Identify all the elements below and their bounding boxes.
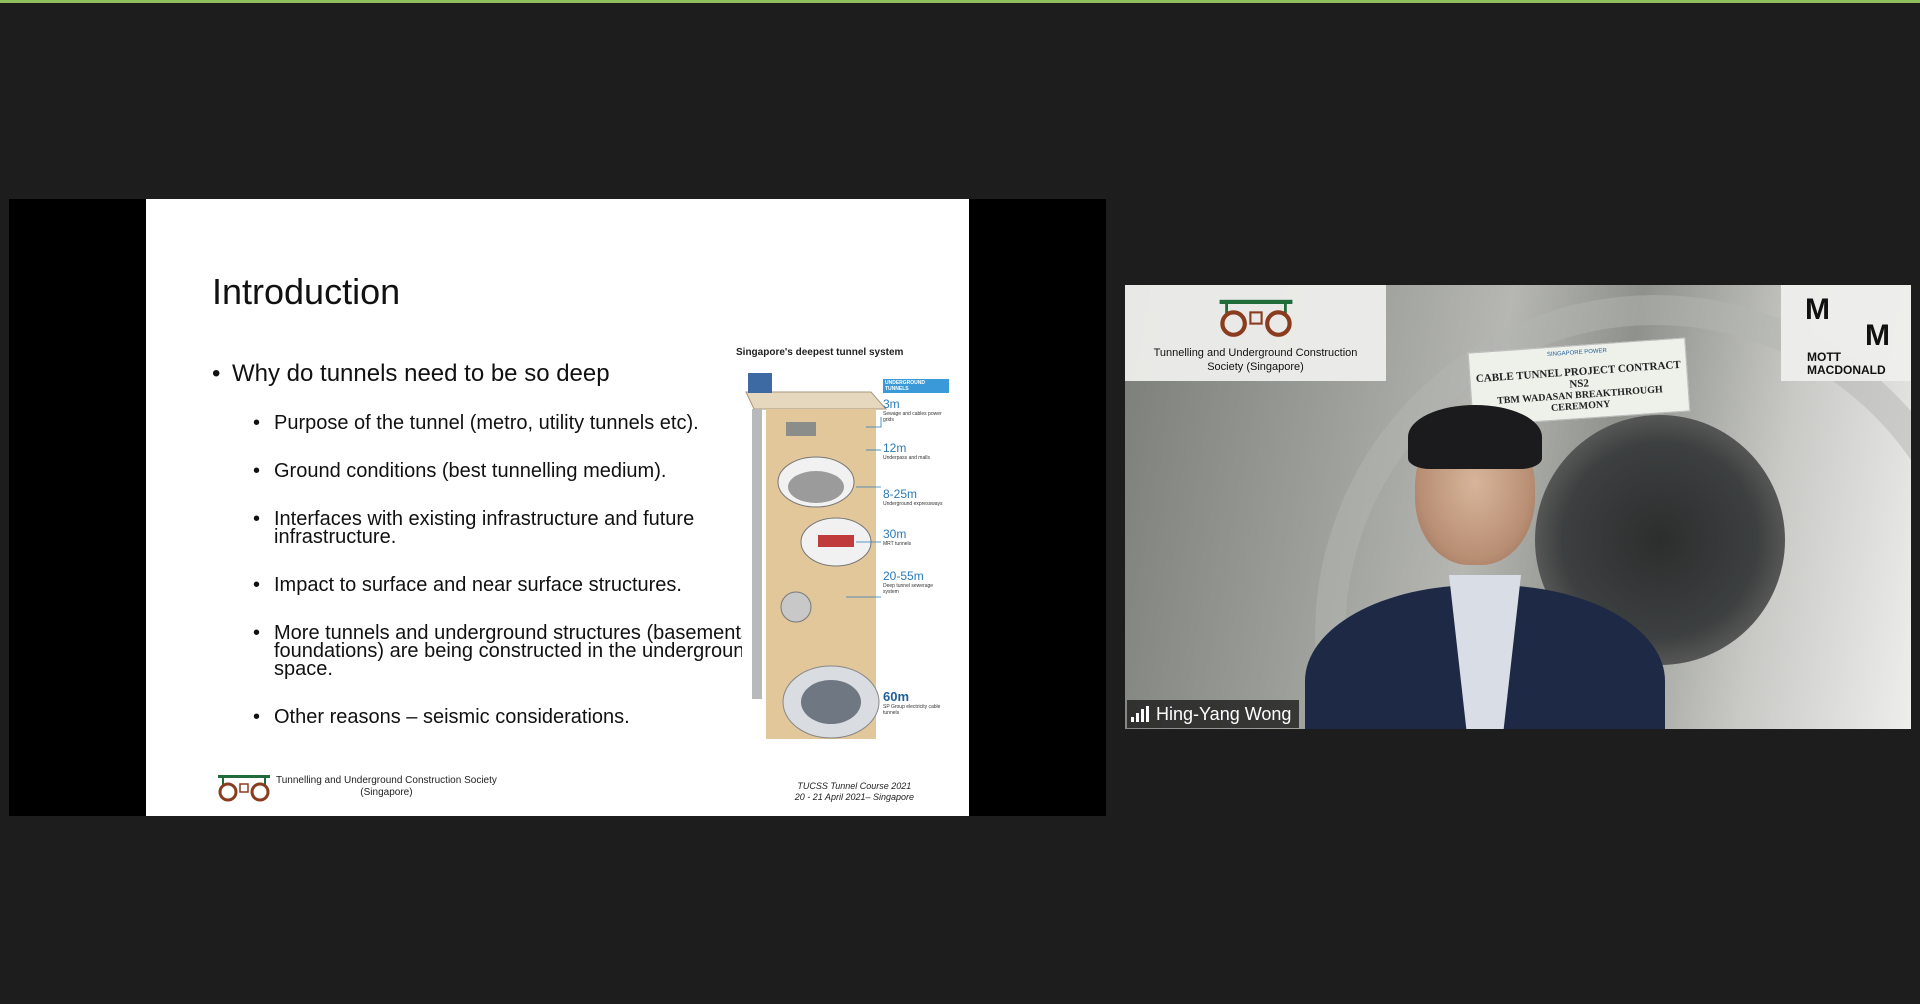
participant-hair (1408, 405, 1542, 469)
footer-organization: Tunnelling and Underground Construction … (276, 775, 497, 798)
sub-bullet: • Impact to surface and near surface stru… (253, 574, 682, 596)
sub-bullet-text: Purpose of the tunnel (metro, utility tu… (274, 412, 699, 434)
mott-macdonald-logo: M M MOTT MACDONALD (1781, 285, 1911, 381)
depth-label: 20-55m Deep tunnel sewerage system (883, 569, 934, 595)
figure-header-label: UNDERGROUND TUNNELS (883, 379, 949, 393)
sub-bullet: • Interfaces with existing infrastructure… (253, 508, 792, 548)
mott-logo-letter: M (1865, 319, 1890, 352)
bullet-dot: • (212, 360, 221, 387)
sub-bullet: • Purpose of the tunnel (metro, utility t… (253, 412, 699, 434)
presentation-slide: Introduction • Why do tunnels need to be… (146, 199, 969, 816)
participant-video-tile[interactable]: SINGAPORE POWER CABLE TUNNEL PROJECT CON… (1125, 285, 1911, 729)
participant-name-tag: Hing-Yang Wong (1127, 700, 1300, 728)
sub-bullet-text: Interfaces with existing infrastructure … (274, 508, 695, 548)
depth-label: 30m MRT tunnels (883, 527, 912, 547)
sub-bullet-text: Impact to surface and near surface struc… (274, 574, 682, 596)
window-top-strip (0, 0, 1920, 3)
sub-bullet: • More tunnels and underground structures… (253, 622, 792, 680)
sub-bullet-list: • Purpose of the tunnel (metro, utility t… (212, 412, 792, 728)
slide-bullets: • Why do tunnels need to be so deep • Pur… (212, 360, 792, 756)
shared-screen-pane[interactable]: Introduction • Why do tunnels need to be… (9, 199, 1106, 816)
depth-label: 3m Sewage and cables power grids (883, 397, 942, 423)
tunnel-depth-figure: Singapore's deepest tunnel system UNDERG… (736, 347, 949, 747)
connection-signal-icon (1131, 706, 1149, 722)
sub-bullet-text: More tunnels and underground structures … (274, 622, 757, 680)
tucss-logo-icon (218, 775, 270, 802)
sub-bullet: • Ground conditions (best tunnelling medi… (253, 460, 667, 482)
main-bullet: • Why do tunnels need to be so deep (212, 360, 792, 388)
figure-title: Singapore's deepest tunnel system (736, 347, 904, 358)
depth-label: 12m Underpass and malls (883, 441, 930, 461)
mott-logo-name: MOTT MACDONALD (1807, 350, 1886, 377)
video-org-badge: Tunnelling and Underground Construction … (1125, 285, 1386, 381)
mott-logo-letter: M (1805, 293, 1830, 326)
footer-course-info: TUCSS Tunnel Course 2021 20 - 21 April 2… (794, 781, 914, 802)
slide-title: Introduction (212, 271, 401, 312)
sub-bullet-text: Ground conditions (best tunnelling mediu… (274, 460, 667, 482)
participant-name: Hing-Yang Wong (1156, 703, 1292, 724)
video-org-text: Tunnelling and Underground Construction … (1153, 347, 1358, 373)
depth-label: 60m SP Group electricity cable tunnels (883, 689, 941, 716)
sub-bullet-text: Other reasons – seismic considerations. (274, 706, 630, 728)
main-bullet-text: Why do tunnels need to be so deep (232, 360, 610, 387)
tucss-logo-icon (1219, 299, 1292, 337)
depth-label: 8-25m Underground expressways (883, 487, 943, 507)
sub-bullet: • Other reasons – seismic considerations. (253, 706, 630, 728)
